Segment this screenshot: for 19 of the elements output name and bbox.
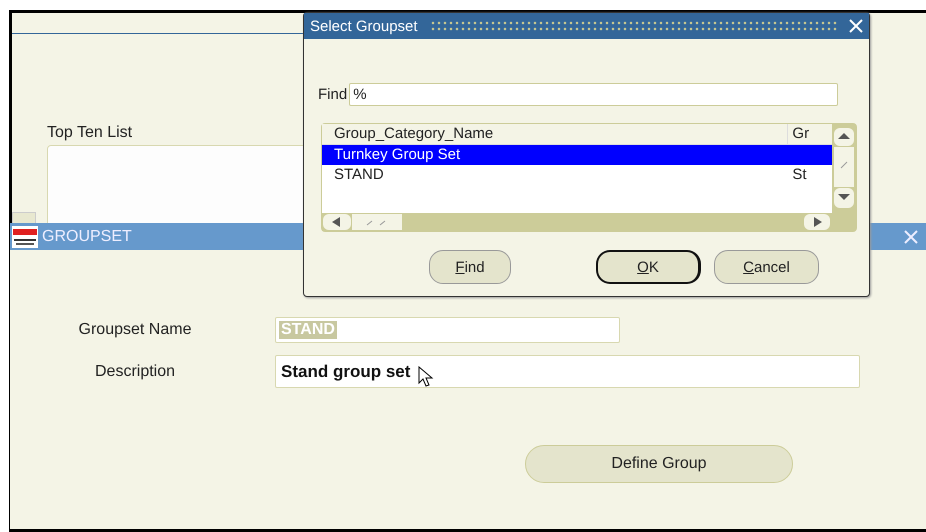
find-field[interactable]: % bbox=[349, 83, 838, 106]
text-field[interactable]: Stand group set bbox=[275, 355, 860, 388]
list-row[interactable]: Turnkey Group Set bbox=[322, 145, 832, 165]
column-header[interactable]: Group_Category_Name bbox=[322, 124, 788, 144]
list-row[interactable]: STAND St bbox=[322, 165, 832, 185]
dialog-button[interactable]: Find bbox=[429, 250, 511, 284]
list-label: Top Ten List bbox=[47, 124, 132, 142]
dialog-title: Select Groupset bbox=[310, 18, 418, 34]
app-logo-icon bbox=[12, 226, 38, 248]
dialog-button[interactable]: OK bbox=[596, 250, 701, 284]
define-group-button[interactable]: Define Group bbox=[525, 445, 793, 483]
mouse-pointer-icon bbox=[418, 366, 434, 388]
window-title: GROUPSET bbox=[42, 228, 132, 246]
field-label: Groupset Name bbox=[78, 321, 192, 339]
field-label: Description bbox=[94, 362, 176, 380]
dialog-button[interactable]: Cancel bbox=[714, 250, 819, 284]
close-icon[interactable] bbox=[904, 230, 918, 244]
find-label: Find bbox=[318, 86, 348, 103]
horizontal-scrollbar[interactable] bbox=[322, 213, 832, 231]
